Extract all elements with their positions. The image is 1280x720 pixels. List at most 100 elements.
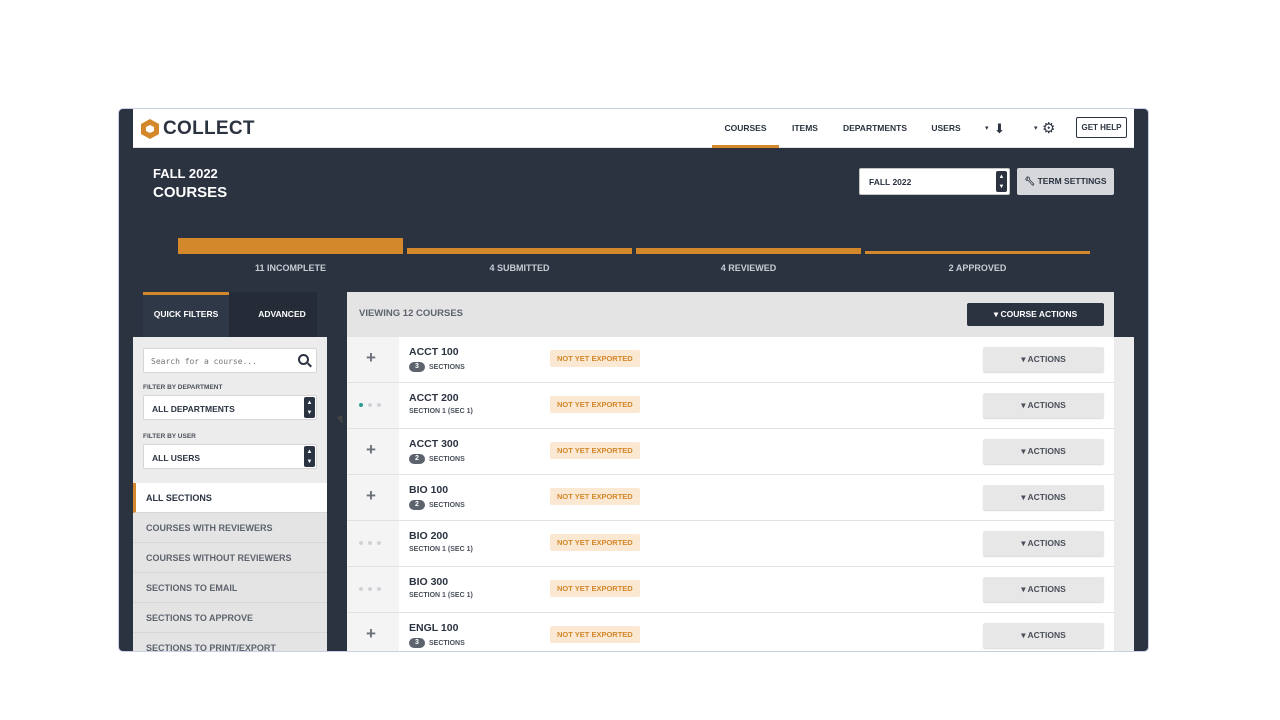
search-input[interactable] bbox=[151, 354, 291, 368]
nav-departments[interactable]: DEPARTMENTS bbox=[840, 109, 910, 148]
term-label: FALL 2022 bbox=[153, 166, 218, 181]
nav-courses[interactable]: COURSES bbox=[712, 109, 779, 148]
row-actions-button[interactable]: ▾ ACTIONS bbox=[983, 393, 1104, 418]
filter-sections-to-print-export[interactable]: SECTIONS TO PRINT/EXPORT bbox=[133, 633, 327, 651]
viewing-count: VIEWING 12 COURSES bbox=[359, 308, 463, 319]
table-row[interactable]: + ACCT 300 2 SECTIONS NOT YET EXPORTED ▾ … bbox=[347, 429, 1114, 475]
actions-label: ACTIONS bbox=[1027, 584, 1066, 594]
course-actions-label: COURSE ACTIONS bbox=[1000, 309, 1078, 319]
user-select[interactable]: ALL USERS ▲ ▼ bbox=[143, 444, 317, 469]
search-icon[interactable] bbox=[298, 354, 309, 365]
app-frame: COLLECT COURSES ITEMS DEPARTMENTS USERS … bbox=[119, 109, 1148, 651]
logo-text: COLLECT bbox=[163, 118, 255, 139]
status-badge: NOT YET EXPORTED bbox=[550, 350, 640, 367]
row-actions-button[interactable]: ▾ ACTIONS bbox=[983, 485, 1104, 510]
list-scroll-gutter bbox=[1114, 337, 1134, 651]
course-list-header: VIEWING 12 COURSES ▾ COURSE ACTIONS bbox=[347, 292, 1114, 337]
mouse-cursor-icon bbox=[336, 415, 346, 425]
progress-dots-icon bbox=[359, 587, 381, 591]
row-actions-button[interactable]: ▾ ACTIONS bbox=[983, 531, 1104, 556]
course-sections: 3 SECTIONS bbox=[409, 638, 465, 648]
top-navigation: COLLECT COURSES ITEMS DEPARTMENTS USERS … bbox=[133, 109, 1134, 148]
filter-sections-to-approve[interactable]: SECTIONS TO APPROVE bbox=[133, 603, 327, 633]
filter-sections-to-email[interactable]: SECTIONS TO EMAIL bbox=[133, 573, 327, 603]
row-actions-button[interactable]: ▾ ACTIONS bbox=[983, 623, 1104, 648]
row-lead: + bbox=[347, 475, 399, 520]
row-actions-button[interactable]: ▾ ACTIONS bbox=[983, 577, 1104, 602]
department-filter-label: FILTER BY DEPARTMENT bbox=[143, 384, 223, 391]
course-sections: 3 SECTIONS bbox=[409, 362, 465, 372]
department-select-value: ALL DEPARTMENTS bbox=[152, 404, 235, 414]
term-settings-button[interactable]: 🔧︎ TERM SETTINGS bbox=[1017, 168, 1114, 195]
row-lead bbox=[347, 567, 399, 612]
term-settings-label: TERM SETTINGS bbox=[1037, 176, 1107, 186]
status-badge: NOT YET EXPORTED bbox=[550, 534, 640, 551]
wrench-icon: 🔧︎ bbox=[1024, 176, 1036, 186]
expand-plus-icon[interactable]: + bbox=[366, 440, 376, 460]
caret-down-icon: ▾ bbox=[1021, 446, 1026, 456]
filter-courses-with-reviewers[interactable]: COURSES WITH REVIEWERS bbox=[133, 513, 327, 543]
download-caret-icon[interactable]: ▾ bbox=[985, 124, 989, 132]
department-select[interactable]: ALL DEPARTMENTS ▲ ▼ bbox=[143, 395, 317, 420]
filter-courses-without-reviewers[interactable]: COURSES WITHOUT REVIEWERS bbox=[133, 543, 327, 573]
expand-plus-icon[interactable]: + bbox=[366, 348, 376, 368]
section-count-badge: 2 bbox=[409, 500, 425, 510]
course-search bbox=[143, 348, 317, 373]
row-lead bbox=[347, 521, 399, 566]
row-lead: + bbox=[347, 429, 399, 474]
course-actions-button[interactable]: ▾ COURSE ACTIONS bbox=[967, 303, 1104, 326]
course-list: + ACCT 100 3 SECTIONS NOT YET EXPORTED ▾ … bbox=[347, 337, 1114, 651]
actions-label: ACTIONS bbox=[1027, 446, 1066, 456]
expand-plus-icon[interactable]: + bbox=[366, 486, 376, 506]
course-name[interactable]: BIO 300 bbox=[409, 576, 448, 588]
status-badge: NOT YET EXPORTED bbox=[550, 488, 640, 505]
table-row[interactable]: ACCT 200 SECTION 1 (SEC 1) NOT YET EXPOR… bbox=[347, 383, 1114, 429]
filter-all-sections[interactable]: ALL SECTIONS bbox=[133, 483, 327, 513]
sections-label: SECTION 1 (SEC 1) bbox=[409, 546, 473, 553]
gear-icon[interactable]: ⚙ bbox=[1042, 119, 1055, 137]
table-row[interactable]: + ACCT 100 3 SECTIONS NOT YET EXPORTED ▾ … bbox=[347, 337, 1114, 383]
get-help-button[interactable]: GET HELP bbox=[1076, 117, 1127, 138]
user-select-value: ALL USERS bbox=[152, 453, 201, 463]
user-filter-label: FILTER BY USER bbox=[143, 433, 196, 440]
row-lead: + bbox=[347, 337, 399, 382]
row-actions-button[interactable]: ▾ ACTIONS bbox=[983, 439, 1104, 464]
settings-caret-icon[interactable]: ▾ bbox=[1034, 124, 1038, 132]
actions-label: ACTIONS bbox=[1027, 538, 1066, 548]
table-row[interactable]: + ENGL 100 3 SECTIONS NOT YET EXPORTED ▾ … bbox=[347, 613, 1114, 651]
course-name[interactable]: ACCT 100 bbox=[409, 346, 459, 358]
nav-items[interactable]: ITEMS bbox=[786, 109, 824, 148]
actions-label: ACTIONS bbox=[1027, 492, 1066, 502]
table-row[interactable]: + BIO 100 2 SECTIONS NOT YET EXPORTED ▾ A… bbox=[347, 475, 1114, 521]
table-row[interactable]: BIO 200 SECTION 1 (SEC 1) NOT YET EXPORT… bbox=[347, 521, 1114, 567]
sections-label: SECTIONS bbox=[429, 639, 465, 647]
course-sections: SECTION 1 (SEC 1) bbox=[409, 546, 473, 553]
progress-dots-icon bbox=[359, 403, 381, 407]
course-name[interactable]: BIO 100 bbox=[409, 484, 448, 496]
tab-quick-filters[interactable]: QUICK FILTERS bbox=[143, 292, 229, 337]
expand-plus-icon[interactable]: + bbox=[366, 624, 376, 644]
term-select[interactable]: FALL 2022 ▲ ▼ bbox=[859, 168, 1010, 195]
progress-label-submitted: 4 SUBMITTED bbox=[489, 263, 550, 273]
select-arrows-icon: ▲ ▼ bbox=[996, 171, 1007, 192]
section-count-badge: 2 bbox=[409, 454, 425, 464]
progress-bar-approved bbox=[865, 251, 1090, 254]
course-name[interactable]: ENGL 100 bbox=[409, 622, 458, 634]
term-select-value: FALL 2022 bbox=[869, 177, 912, 187]
app-window: COLLECT COURSES ITEMS DEPARTMENTS USERS … bbox=[133, 109, 1134, 651]
status-badge: NOT YET EXPORTED bbox=[550, 580, 640, 597]
actions-label: ACTIONS bbox=[1027, 630, 1066, 640]
logo[interactable]: COLLECT bbox=[141, 118, 255, 140]
table-row[interactable]: BIO 300 SECTION 1 (SEC 1) NOT YET EXPORT… bbox=[347, 567, 1114, 613]
tab-advanced[interactable]: ADVANCED bbox=[239, 292, 325, 337]
actions-label: ACTIONS bbox=[1027, 400, 1066, 410]
course-name[interactable]: BIO 200 bbox=[409, 530, 448, 542]
row-actions-button[interactable]: ▾ ACTIONS bbox=[983, 347, 1104, 372]
course-name[interactable]: ACCT 200 bbox=[409, 392, 459, 404]
progress-bar-submitted bbox=[407, 248, 632, 254]
course-name[interactable]: ACCT 300 bbox=[409, 438, 459, 450]
page-title: COURSES bbox=[153, 184, 228, 201]
download-icon[interactable]: ⬇ bbox=[994, 121, 1005, 137]
nav-users[interactable]: USERS bbox=[926, 109, 966, 148]
caret-down-icon: ▾ bbox=[1021, 630, 1026, 640]
